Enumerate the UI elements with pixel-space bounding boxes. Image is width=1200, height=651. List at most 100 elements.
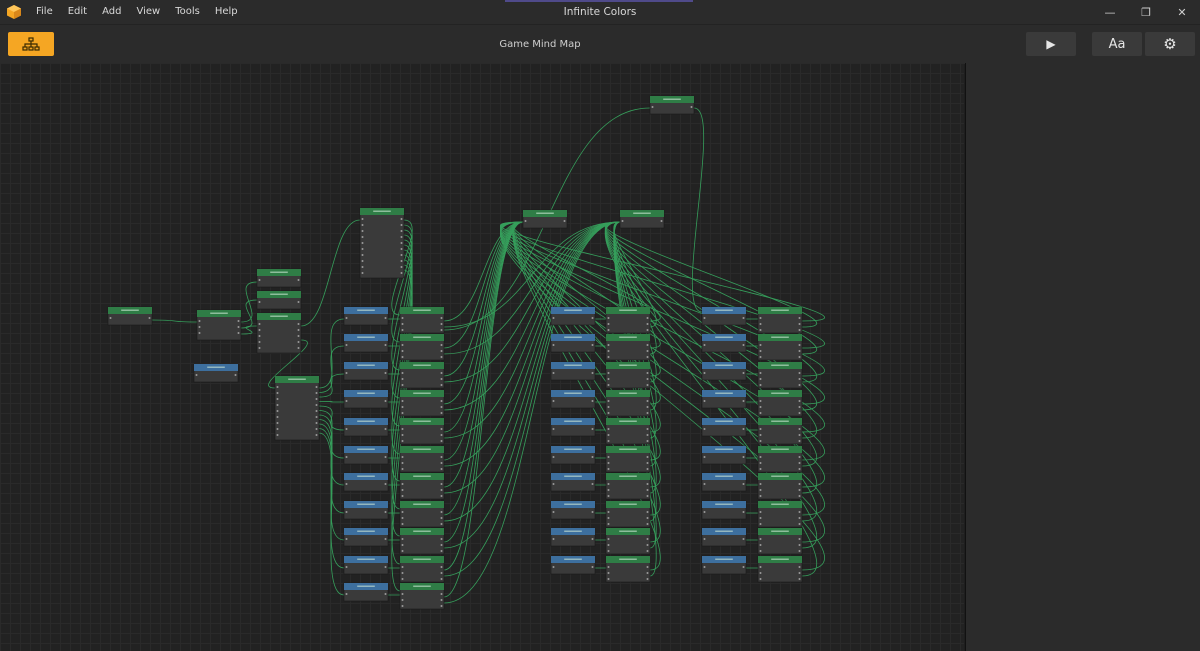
node-box-20[interactable] bbox=[399, 417, 445, 445]
node-box-31[interactable] bbox=[343, 582, 389, 602]
node-port-57-0[interactable] bbox=[703, 372, 706, 374]
node-port-out-18-0[interactable] bbox=[440, 400, 443, 402]
node-port-63-0[interactable] bbox=[703, 456, 706, 458]
node-port-46-1[interactable] bbox=[607, 489, 610, 491]
node-title-mark-63[interactable] bbox=[715, 448, 733, 451]
node-body-6[interactable] bbox=[274, 375, 320, 441]
node-title-mark-43[interactable] bbox=[564, 448, 582, 451]
node-graph[interactable] bbox=[0, 63, 964, 651]
node-port-out-54-0[interactable] bbox=[798, 317, 801, 319]
node-port-4-2[interactable] bbox=[258, 335, 261, 337]
node-port-6-7[interactable] bbox=[276, 428, 279, 430]
node-port-out-60-1[interactable] bbox=[798, 406, 801, 408]
node-port-44-2[interactable] bbox=[607, 468, 610, 470]
node-title-mark-59[interactable] bbox=[715, 392, 733, 395]
node-title-mark-11[interactable] bbox=[357, 309, 375, 312]
node-port-7-6[interactable] bbox=[361, 254, 364, 256]
node-port-out-20-1[interactable] bbox=[440, 434, 443, 436]
node-port-6-2[interactable] bbox=[276, 398, 279, 400]
node-port-1-0[interactable] bbox=[198, 320, 201, 322]
node-title-mark-12[interactable] bbox=[413, 309, 431, 312]
node-port-out-48-1[interactable] bbox=[646, 517, 649, 519]
node-port-out-32-2[interactable] bbox=[440, 605, 443, 607]
node-port-18-0[interactable] bbox=[401, 400, 404, 402]
node-port-64-0[interactable] bbox=[759, 456, 762, 458]
node-port-out-22-0[interactable] bbox=[440, 456, 443, 458]
node-port-out-68-0[interactable] bbox=[798, 511, 801, 513]
node-port-out-36-0[interactable] bbox=[646, 344, 649, 346]
node-port-out-52-2[interactable] bbox=[646, 578, 649, 580]
node-port-out-5-0[interactable] bbox=[234, 374, 237, 376]
node-port-12-1[interactable] bbox=[401, 323, 404, 325]
node-port-7-9[interactable] bbox=[361, 272, 364, 274]
node-port-out-24-2[interactable] bbox=[440, 495, 443, 497]
node-box-70[interactable] bbox=[757, 527, 803, 555]
node-title-mark-36[interactable] bbox=[619, 336, 637, 339]
node-port-out-16-1[interactable] bbox=[440, 378, 443, 380]
node-port-out-46-2[interactable] bbox=[646, 495, 649, 497]
node-port-out-38-1[interactable] bbox=[646, 378, 649, 380]
node-port-out-43-0[interactable] bbox=[591, 456, 594, 458]
node-title-mark-26[interactable] bbox=[413, 503, 431, 506]
node-port-68-1[interactable] bbox=[759, 517, 762, 519]
node-port-24-1[interactable] bbox=[401, 489, 404, 491]
node-port-14-2[interactable] bbox=[401, 356, 404, 358]
node-box-3[interactable] bbox=[256, 290, 302, 310]
node-port-out-20-0[interactable] bbox=[440, 428, 443, 430]
node-port-out-70-2[interactable] bbox=[798, 550, 801, 552]
node-title-mark-27[interactable] bbox=[357, 530, 375, 533]
node-port-out-44-0[interactable] bbox=[646, 456, 649, 458]
node-port-out-4-2[interactable] bbox=[297, 335, 300, 337]
node-port-out-56-1[interactable] bbox=[798, 350, 801, 352]
node-box-37[interactable] bbox=[550, 361, 596, 381]
node-port-67-0[interactable] bbox=[703, 511, 706, 513]
node-title-mark-42[interactable] bbox=[619, 420, 637, 423]
node-title-mark-55[interactable] bbox=[715, 336, 733, 339]
node-port-out-72-1[interactable] bbox=[798, 572, 801, 574]
node-port-16-0[interactable] bbox=[401, 372, 404, 374]
node-port-42-0[interactable] bbox=[607, 428, 610, 430]
node-port-68-2[interactable] bbox=[759, 523, 762, 525]
node-port-65-0[interactable] bbox=[703, 483, 706, 485]
node-port-72-1[interactable] bbox=[759, 572, 762, 574]
node-port-out-13-0[interactable] bbox=[384, 344, 387, 346]
node-port-out-6-2[interactable] bbox=[315, 398, 318, 400]
node-title-mark-46[interactable] bbox=[619, 475, 637, 478]
node-port-64-1[interactable] bbox=[759, 462, 762, 464]
node-port-40-2[interactable] bbox=[607, 412, 610, 414]
node-port-28-1[interactable] bbox=[401, 544, 404, 546]
node-title-mark-18[interactable] bbox=[413, 392, 431, 395]
node-port-out-6-5[interactable] bbox=[315, 416, 318, 418]
node-title-mark-45[interactable] bbox=[564, 475, 582, 478]
node-box-33[interactable] bbox=[550, 306, 596, 326]
node-port-2-0[interactable] bbox=[258, 279, 261, 281]
node-title-mark-28[interactable] bbox=[413, 530, 431, 533]
node-port-out-66-2[interactable] bbox=[798, 495, 801, 497]
node-box-18[interactable] bbox=[399, 389, 445, 417]
node-port-out-49-0[interactable] bbox=[591, 538, 594, 540]
node-port-out-33-0[interactable] bbox=[591, 317, 594, 319]
node-title-mark-62[interactable] bbox=[771, 420, 789, 423]
node-port-out-55-0[interactable] bbox=[742, 344, 745, 346]
node-title-mark-16[interactable] bbox=[413, 364, 431, 367]
node-port-out-58-1[interactable] bbox=[798, 378, 801, 380]
node-port-64-2[interactable] bbox=[759, 468, 762, 470]
menu-help[interactable]: Help bbox=[215, 0, 238, 24]
node-title-mark-64[interactable] bbox=[771, 448, 789, 451]
node-title-mark-50[interactable] bbox=[619, 530, 637, 533]
node-port-out-30-2[interactable] bbox=[440, 578, 443, 580]
node-port-out-50-1[interactable] bbox=[646, 544, 649, 546]
node-title-mark-53[interactable] bbox=[715, 309, 733, 312]
node-port-39-0[interactable] bbox=[552, 400, 555, 402]
node-title-mark-5[interactable] bbox=[207, 366, 225, 369]
node-port-13-0[interactable] bbox=[345, 344, 348, 346]
menu-view[interactable]: View bbox=[136, 0, 160, 24]
node-port-36-1[interactable] bbox=[607, 350, 610, 352]
node-port-58-2[interactable] bbox=[759, 384, 762, 386]
node-port-out-52-0[interactable] bbox=[646, 566, 649, 568]
node-port-58-0[interactable] bbox=[759, 372, 762, 374]
node-port-12-2[interactable] bbox=[401, 329, 404, 331]
node-port-out-15-0[interactable] bbox=[384, 372, 387, 374]
node-port-41-0[interactable] bbox=[552, 428, 555, 430]
node-port-32-0[interactable] bbox=[401, 593, 404, 595]
